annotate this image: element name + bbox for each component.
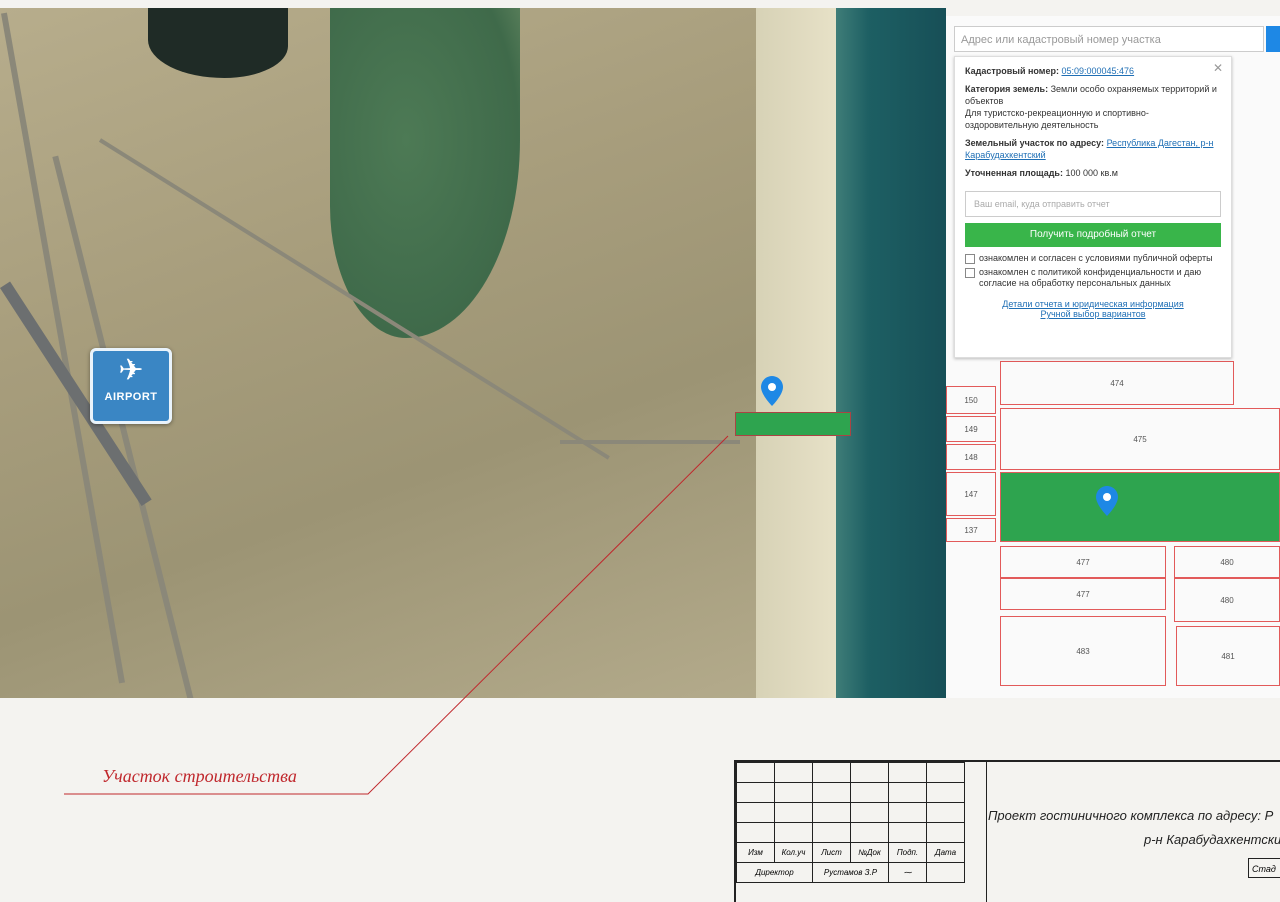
- project-title: Проект гостиничного комплекса по адресу:…: [988, 808, 1274, 823]
- parcel[interactable]: 148: [946, 444, 996, 470]
- manual-selection-link[interactable]: Ручной выбор вариантов: [1040, 309, 1145, 319]
- name-cell: Рустамов З.Р: [812, 862, 889, 883]
- parcel[interactable]: 480: [1174, 546, 1280, 578]
- location-pin-icon[interactable]: [761, 376, 783, 406]
- parcel[interactable]: 147: [946, 472, 996, 516]
- cadastral-label: Кадастровый номер:: [965, 66, 1059, 76]
- get-report-button[interactable]: Получить подробный отчет: [965, 223, 1221, 247]
- consent-offer-label: ознакомлен и согласен с условиями публич…: [979, 253, 1213, 263]
- parcel[interactable]: 481: [1176, 626, 1280, 686]
- area-value: 100 000 кв.м: [1065, 168, 1118, 178]
- parcel[interactable]: 477: [1000, 578, 1166, 610]
- site-caption: Участок строительства: [102, 766, 297, 786]
- satellite-map[interactable]: ✈ AIRPORT: [0, 8, 946, 698]
- email-field[interactable]: Ваш email, куда отправить отчет: [965, 191, 1221, 217]
- offer-checkbox[interactable]: [965, 254, 975, 264]
- airplane-icon: ✈: [118, 354, 144, 387]
- col-header: Лист: [812, 842, 851, 863]
- lagoon: [330, 8, 520, 338]
- parcel[interactable]: 480: [1174, 578, 1280, 622]
- parcel[interactable]: 137: [946, 518, 996, 542]
- parcel[interactable]: 474: [1000, 361, 1234, 405]
- parcel[interactable]: 149: [946, 416, 996, 442]
- consent-privacy-label: ознакомлен с политикой конфиденциальност…: [979, 267, 1202, 288]
- category-label: Категория земель:: [965, 84, 1049, 94]
- parcel[interactable]: 475: [1000, 408, 1280, 470]
- cadastral-map[interactable]: Адрес или кадастровый номер участка 474 …: [946, 16, 1280, 698]
- parcel[interactable]: 483: [1000, 616, 1166, 686]
- airport-badge[interactable]: ✈ AIRPORT: [90, 348, 172, 424]
- col-header: №Док: [850, 842, 889, 863]
- sea: [836, 8, 946, 698]
- col-header: Изм: [736, 842, 775, 863]
- beach: [756, 8, 836, 698]
- project-title-line2: р-н Карабудахкентский: [1144, 832, 1280, 847]
- parcel[interactable]: 150: [946, 386, 996, 414]
- role-cell: Директор: [736, 862, 813, 883]
- search-input[interactable]: Адрес или кадастровый номер участка: [954, 26, 1264, 52]
- report-details-link[interactable]: Детали отчета и юридическая информация: [1002, 299, 1183, 309]
- selected-parcel[interactable]: [1000, 472, 1280, 542]
- airport-label: AIRPORT: [104, 391, 158, 403]
- close-icon[interactable]: ✕: [1213, 61, 1223, 75]
- title-block: Изм Кол.уч Лист №Док Подп. Дата Директор…: [734, 760, 1280, 902]
- category-use: Для туристско-рекреационную и спортивно-…: [965, 108, 1149, 130]
- privacy-checkbox[interactable]: [965, 268, 975, 278]
- revision-table: Изм Кол.уч Лист №Док Подп. Дата Директор…: [736, 762, 965, 883]
- search-button[interactable]: [1266, 26, 1280, 52]
- area-label: Уточненная площадь:: [965, 168, 1063, 178]
- col-header: Кол.уч: [774, 842, 813, 863]
- location-pin-icon[interactable]: [1096, 486, 1118, 516]
- col-header: Дата: [926, 842, 965, 863]
- address-label: Земельный участок по адресу:: [965, 138, 1105, 148]
- parcel[interactable]: 477: [1000, 546, 1166, 578]
- stage-cell: Стад: [1248, 858, 1280, 878]
- col-header: Подп.: [888, 842, 927, 863]
- signature: ⁓: [888, 862, 927, 883]
- divider: [986, 762, 987, 902]
- cadastral-number-link[interactable]: 05:09:000045:476: [1061, 66, 1134, 76]
- construction-plot[interactable]: [735, 412, 851, 436]
- parcel-info-popup: ✕ Кадастровый номер: 05:09:000045:476 Ка…: [954, 56, 1232, 358]
- lake: [148, 8, 288, 78]
